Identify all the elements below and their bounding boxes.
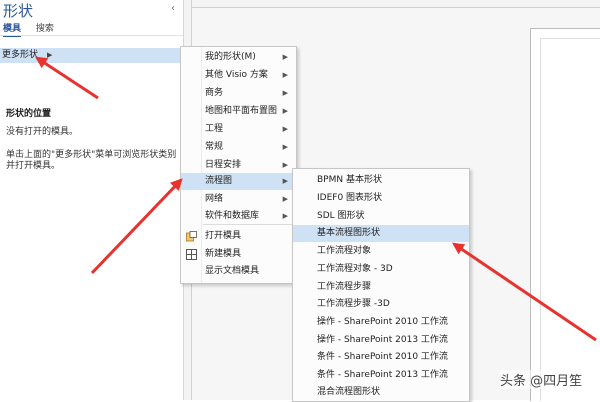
pane-title: 形状	[3, 2, 34, 20]
submenu-item-sdl[interactable]: SDL 图形状	[293, 208, 469, 225]
chevron-right-icon: ▶	[282, 125, 288, 133]
menu-item-show-doc-stencil[interactable]: 显示文档模具	[181, 263, 296, 280]
hint-text-line1: 单击上面的"更多形状"菜单可浏览形状类别	[6, 150, 177, 160]
menu-item-my-shapes[interactable]: 我的形状(M) ▶	[181, 49, 296, 66]
tab-search[interactable]: 搜索	[36, 21, 54, 34]
shapes-location-heading: 形状的位置	[6, 109, 52, 119]
watermark: 头条 @四月笙	[500, 370, 583, 389]
submenu-item-actions-sp2013[interactable]: 操作 - SharePoint 2013 工作流	[293, 332, 469, 349]
flowchart-submenu: BPMN 基本形状 IDEF0 图表形状 SDL 图形状 基本流程图形状 工作流…	[292, 168, 470, 402]
submenu-item-bpmn[interactable]: BPMN 基本形状	[293, 172, 469, 189]
more-shapes-button[interactable]: 更多形状 ▶	[0, 48, 183, 63]
horizontal-ruler	[184, 0, 600, 8]
menu-item-maps[interactable]: 地图和平面布置图 ▶	[181, 103, 296, 120]
shapes-pane: 形状 ‹ 模具 搜索 更多形状 ▶ 形状的位置 没有打开的模具。 单击上面的"更…	[0, 0, 184, 400]
menu-item-network[interactable]: 网络 ▶	[181, 191, 296, 208]
menu-item-new-stencil[interactable]: 新建模具	[181, 246, 296, 263]
submenu-item-workflow-objects[interactable]: 工作流程对象	[293, 243, 469, 260]
menu-item-other-visio[interactable]: 其他 Visio 方案 ▶	[181, 67, 296, 84]
submenu-item-workflow-objects-3d[interactable]: 工作流程对象 - 3D	[293, 261, 469, 278]
chevron-right-icon: ▶	[282, 195, 288, 203]
chevron-right-icon: ▶	[282, 89, 288, 97]
page-margin	[540, 38, 600, 401]
more-shapes-menu: 我的形状(M) ▶ 其他 Visio 方案 ▶ 商务 ▶ 地图和平面布置图 ▶ …	[180, 46, 297, 284]
menu-item-schedule[interactable]: 日程安排 ▶	[181, 157, 296, 174]
submenu-item-cross-functional[interactable]: 混合流程图形状	[293, 384, 469, 401]
chevron-right-icon: ▶	[282, 212, 288, 220]
menu-item-general[interactable]: 常规 ▶	[181, 139, 296, 156]
tab-divider	[0, 35, 183, 36]
submenu-item-actions-sp2010[interactable]: 操作 - SharePoint 2010 工作流	[293, 314, 469, 331]
chevron-right-icon: ▶	[282, 71, 288, 79]
chevron-right-icon: ▶	[282, 107, 288, 115]
chevron-right-icon: ▶	[282, 53, 288, 61]
submenu-item-workflow-steps-3d[interactable]: 工作流程步骤 -3D	[293, 296, 469, 313]
menu-item-business[interactable]: 商务 ▶	[181, 85, 296, 102]
menu-divider	[203, 224, 295, 225]
chevron-right-icon: ▶	[282, 161, 288, 169]
new-stencil-icon	[186, 249, 197, 260]
hint-text-line2: 并打开模具。	[6, 161, 61, 171]
menu-item-engineering[interactable]: 工程 ▶	[181, 121, 296, 138]
submenu-item-basic-flowchart[interactable]: 基本流程图形状	[293, 225, 469, 242]
chevron-right-icon: ▶	[282, 143, 288, 151]
chevron-right-icon: ▶	[47, 51, 53, 59]
no-stencil-text: 没有打开的模具。	[6, 127, 79, 137]
menu-item-flowchart[interactable]: 流程图 ▶	[181, 173, 296, 190]
collapse-pane-icon[interactable]: ‹	[171, 3, 175, 14]
submenu-item-idef0[interactable]: IDEF0 图表形状	[293, 190, 469, 207]
submenu-item-conditions-sp2010[interactable]: 条件 - SharePoint 2010 工作流	[293, 349, 469, 366]
menu-item-open-stencil[interactable]: 打开模具	[181, 228, 296, 245]
submenu-item-workflow-steps[interactable]: 工作流程步骤	[293, 279, 469, 296]
open-stencil-icon	[186, 231, 197, 242]
menu-item-software-db[interactable]: 软件和数据库 ▶	[181, 208, 296, 225]
chevron-right-icon: ▶	[282, 177, 288, 185]
more-shapes-label: 更多形状	[2, 50, 39, 60]
submenu-item-conditions-sp2013[interactable]: 条件 - SharePoint 2013 工作流	[293, 367, 469, 384]
